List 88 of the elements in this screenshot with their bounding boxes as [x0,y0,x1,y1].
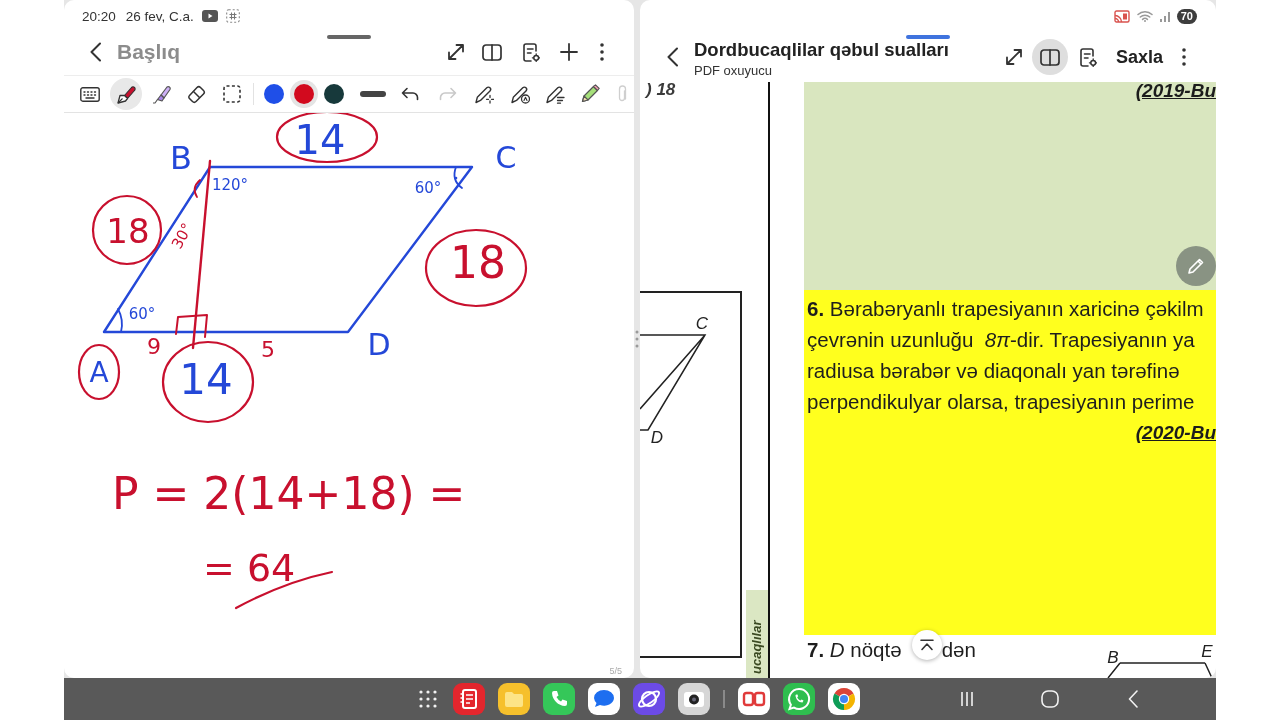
handwritten-label: 5 [261,336,275,362]
window-handle[interactable] [327,35,371,39]
book-icon [482,43,502,61]
pencil-icon [1187,257,1205,275]
folder-app-icon[interactable] [498,683,530,715]
two-windows-app-icon[interactable] [738,683,770,715]
book-view-button[interactable] [1031,39,1068,75]
video-badge-icon [201,10,218,22]
question-text: 6. Bərabəryanlı trapesiyanın xaricinə çəkilm [807,296,1205,322]
undo-icon [401,87,419,101]
chat-bubble-app-icon[interactable] [588,683,620,715]
phone-app-icon[interactable] [543,683,575,715]
redo-icon [439,87,457,101]
home-icon[interactable] [1041,690,1059,708]
notebook-app-icon[interactable] [453,683,485,715]
recents-icon[interactable] [960,691,974,707]
question-text: 7. D nöqtə [807,639,902,661]
app-grid-icon[interactable] [419,690,437,708]
question-text: perpendikulyar olarsa, trapesiyanın perime [807,389,1196,415]
planet-app-icon[interactable] [633,683,665,715]
more-icon [600,43,604,61]
back-icon [666,47,678,67]
screenshot-frame-icon [225,9,240,23]
handwritten-label: B [170,139,192,177]
handwritten-label: 18 [106,211,150,251]
title-field[interactable]: Başlıq [117,39,317,65]
point-label: D [650,427,664,447]
highlighter-icon [152,84,172,104]
pen-lines-icon [545,84,565,104]
handwritten-label: 18 [450,236,506,288]
eraser-icon [186,84,206,104]
add-icon [560,43,578,61]
expand-icon [1004,48,1023,66]
exam-source: (2019-Bu [1135,82,1216,99]
question-text: çevrənin uzunluğu 8π-dir. Trapesiyanın ya [807,327,1196,353]
camera-app-icon[interactable] [678,683,710,715]
handwritten-label: 14 [179,354,233,404]
document-settings-icon [1080,47,1098,67]
handwritten-label: 9 [147,333,161,359]
exam-source: (2020-Bu [1135,424,1216,441]
pen-tool[interactable] [110,78,142,110]
handwritten-label: 60° [414,179,442,197]
back-icon [89,42,101,62]
scroll-top-icon [919,639,934,651]
handwritten-label: A [89,355,109,389]
handwritten-formula: P = 2(14+18) = [112,467,466,519]
window-handle[interactable] [906,35,950,39]
pen-icon [116,84,136,104]
save-button[interactable]: Saxla [1111,42,1167,72]
status-time: 20:20 [82,8,116,24]
stroke-width-icon [360,91,386,97]
wifi-icon [1136,10,1153,22]
battery-indicator: 70 [1176,8,1197,24]
section-label: ucaqlılar [746,590,768,678]
split-handle-icon[interactable] [635,329,639,349]
handwritten-formula: = 64 [203,546,296,590]
paperclip-icon [617,85,627,103]
handwritten-label: 60° [128,305,156,323]
signal-icon [1159,10,1170,22]
phone-bubble-app-icon[interactable] [783,683,815,715]
handwritten-label: 14 [294,117,346,163]
back-icon[interactable] [1128,690,1138,708]
point-label: C [695,313,709,333]
point-label: E [1201,641,1213,661]
cast-icon [1113,9,1130,23]
status-date: 26 fev, C.a. [125,8,194,24]
edit-button[interactable] [1176,246,1216,286]
handwritten-label: 30° [167,220,197,252]
point-label: B [1107,647,1119,667]
pencil-icon [580,84,600,104]
handwritten-label: 120° [211,176,249,194]
scroll-top-button[interactable] [911,630,942,660]
expand-icon [447,43,465,61]
app-subtitle: PDF oxuyucu [694,63,774,79]
pen-sparkle-icon [474,84,494,104]
page-indicator: 5/5 [609,666,622,676]
tricolor-circle-app-icon[interactable] [828,683,860,715]
question-text: radiusa bərabər və diaqonalı yan tərəfinə [807,358,1181,384]
document-settings-icon [522,42,540,62]
selection-icon [223,85,241,103]
handwritten-label: D [367,326,391,362]
more-icon [1182,48,1186,66]
handwritten-label: C [495,139,517,175]
book-icon [1039,48,1060,66]
document-title: Dordbucaqlilar qəbul sualları [694,40,949,60]
answer-text: ) 18 [644,82,677,98]
question-text: dən [941,639,976,661]
keyboard-icon [80,86,100,102]
